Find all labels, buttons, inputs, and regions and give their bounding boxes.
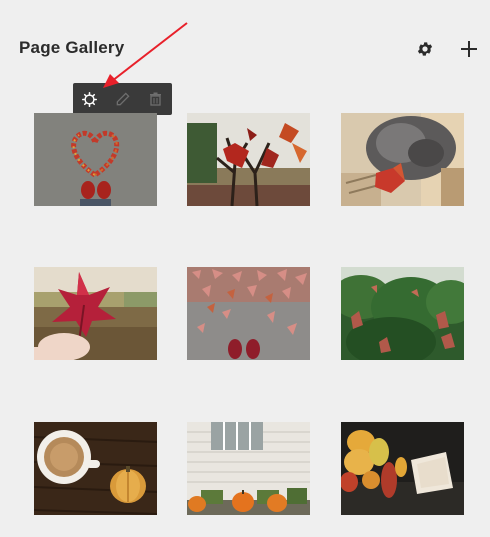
trash-icon <box>150 92 161 106</box>
plus-icon <box>461 41 477 57</box>
gallery-image-cat-with-leaf[interactable] <box>341 113 464 206</box>
gallery-settings-button[interactable] <box>414 38 436 60</box>
gallery-image-evergreen-tree-red-leaves[interactable] <box>341 267 464 360</box>
image-toolbar <box>73 83 172 115</box>
item-settings-button[interactable] <box>73 83 106 115</box>
page-gallery-panel: Page Gallery <box>0 0 490 537</box>
gear-outline-icon <box>81 91 98 107</box>
edit-button[interactable] <box>106 83 139 115</box>
add-image-button[interactable] <box>458 38 480 60</box>
gallery-image-gourds-and-card[interactable] <box>341 422 464 515</box>
gallery-image-red-leaves-tree[interactable] <box>187 113 310 206</box>
gear-icon <box>417 42 433 56</box>
gallery-image-leaf-heart-boots[interactable] <box>34 113 157 206</box>
delete-button[interactable] <box>139 83 172 115</box>
gallery-image-leaves-on-pavement-boots[interactable] <box>187 267 310 360</box>
page-title: Page Gallery <box>19 38 125 57</box>
gallery-image-coffee-and-gourd[interactable] <box>34 422 157 515</box>
gallery-image-pumpkins-by-white-house[interactable] <box>187 422 310 515</box>
pencil-icon <box>116 91 130 105</box>
gallery-image-hand-holding-red-leaf[interactable] <box>34 267 157 360</box>
